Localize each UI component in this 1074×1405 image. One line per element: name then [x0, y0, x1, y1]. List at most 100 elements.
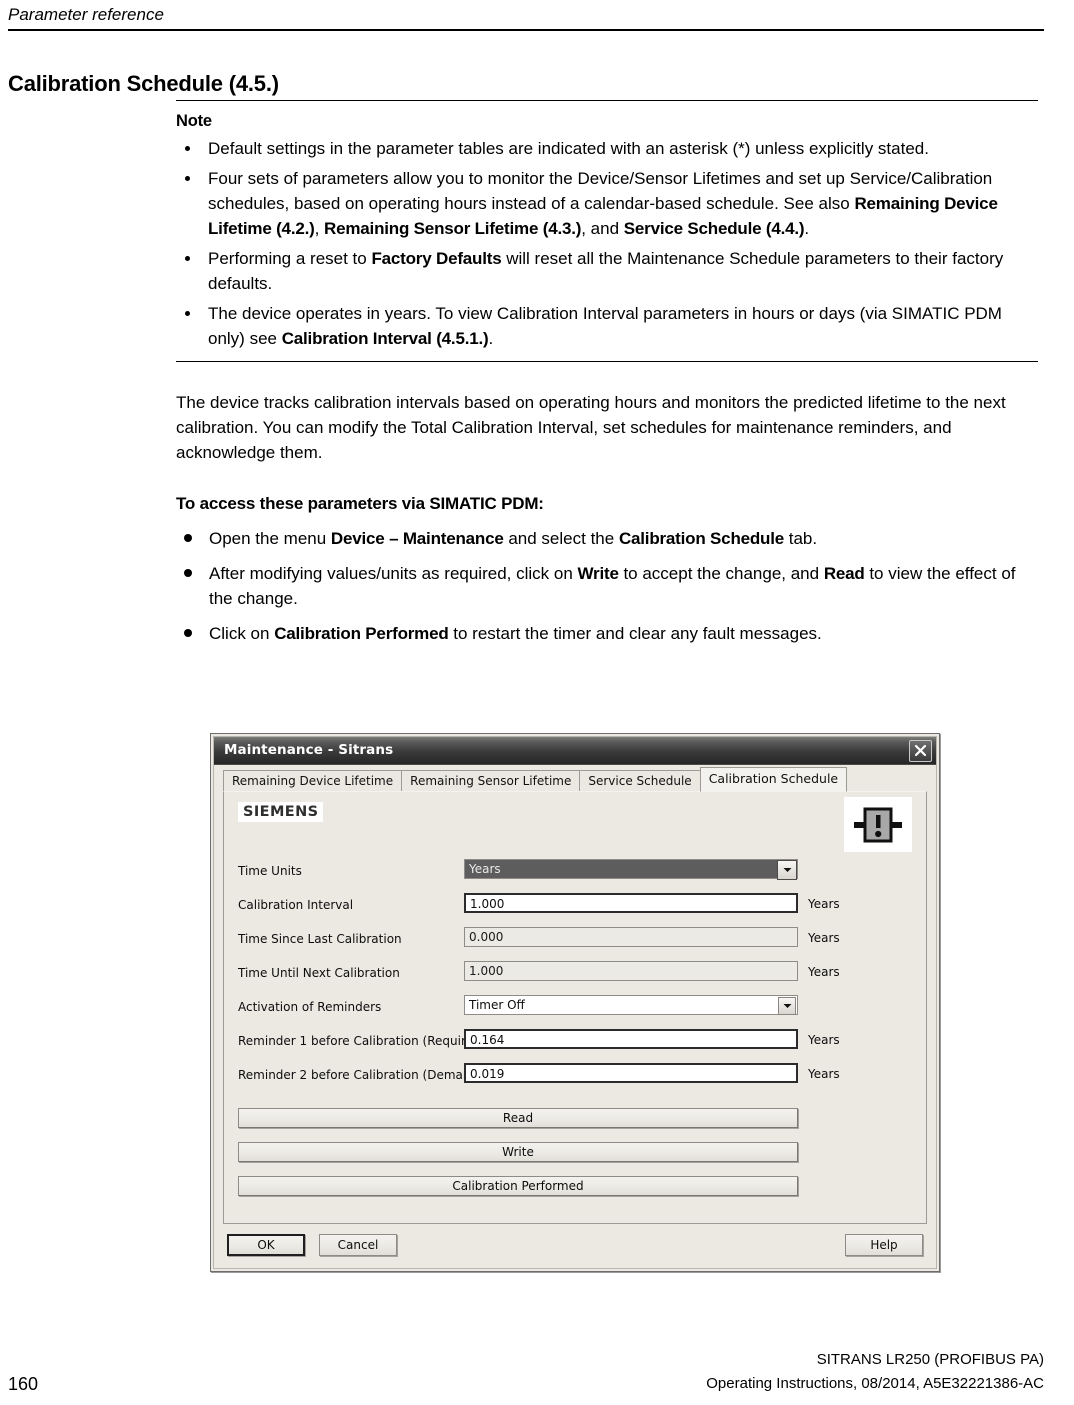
chevron-down-icon[interactable] [777, 860, 797, 880]
form-row: Calibration Interval 1.000 Years [224, 890, 926, 924]
body-text: . [488, 329, 494, 348]
field-label: Activation of Reminders [238, 1000, 382, 1014]
form-row: Time Until Next Calibration 1.000 Years [224, 958, 926, 992]
emphasis-text: Write [577, 564, 619, 583]
dialog-tab-2[interactable]: Service Schedule [579, 770, 701, 792]
content-column: Note Default settings in the parameter t… [176, 100, 1038, 656]
emphasis-text: Read [823, 564, 865, 583]
body-text: tab. [784, 529, 818, 548]
input-3: 1.000 [464, 961, 798, 981]
list-item: Performing a reset to Factory Defaults w… [176, 246, 1038, 296]
header-divider [8, 29, 1044, 31]
bullet-icon [185, 256, 190, 261]
intro-paragraph: The device tracks calibration intervals … [176, 393, 1006, 462]
list-item: Click on Calibration Performed to restar… [176, 621, 1038, 646]
input-5[interactable]: 0.164 [464, 1029, 798, 1049]
body-text: , and [581, 219, 624, 238]
unit-label: Years [808, 1067, 840, 1081]
dialog-title: Maintenance - Sitrans [224, 742, 394, 758]
page-title: Calibration Schedule (4.5.) [8, 70, 279, 96]
page-number: 160 [8, 1374, 39, 1394]
body-text: Click on [209, 624, 275, 643]
form-row: Time Units Years [224, 856, 926, 890]
note-title: Note [176, 112, 212, 130]
body-text: Performing a reset to [208, 249, 372, 268]
unit-label: Years [808, 1033, 840, 1047]
close-icon[interactable] [909, 740, 932, 762]
help-button[interactable]: Help [845, 1234, 923, 1256]
bullet-icon [184, 534, 192, 542]
body-text: to restart the timer and clear any fault… [448, 624, 822, 643]
list-item: Default settings in the parameter tables… [176, 136, 1038, 161]
field-label: Reminder 1 before Calibration (Required) [238, 1034, 486, 1048]
dialog-form-area: Time Units Years Calibration Interval 1.000… [224, 856, 926, 1094]
access-heading: To access these parameters via SIMATIC P… [176, 494, 544, 513]
unit-label: Years [808, 931, 840, 945]
dropdown-value: Timer Off [469, 998, 525, 1012]
emphasis-text: Calibration Interval (4.5.1.) [281, 329, 489, 348]
input-1[interactable]: 1.000 [464, 893, 798, 913]
footer-doc-text: Operating Instructions, 08/2014, A5E3222… [706, 1375, 1044, 1392]
calibration-schedule-tabpage: SIEMENS Time Units Years Calibration Inter… [223, 791, 927, 1224]
dialog-titlebar: Maintenance - Sitrans [214, 737, 936, 765]
ok-button[interactable]: OK [227, 1234, 305, 1256]
access-steps-list: Open the menu Device – Maintenance and s… [176, 526, 1038, 646]
read-button[interactable]: Read [238, 1108, 798, 1128]
emphasis-text: Calibration Schedule [618, 529, 785, 548]
list-item: Four sets of parameters allow you to mon… [176, 166, 1038, 241]
alert-exclamation-icon [844, 797, 912, 852]
form-row: Activation of Reminders Timer Off [224, 992, 926, 1026]
bullet-icon [185, 176, 190, 181]
body-text: Default settings in the parameter tables… [208, 139, 929, 158]
siemens-logo: SIEMENS [238, 802, 324, 822]
bullet-icon [185, 311, 190, 316]
dialog-tabstrip[interactable]: Remaining Device Lifetime Remaining Senso… [223, 767, 927, 792]
emphasis-text: Service Schedule (4.4.) [623, 219, 805, 238]
body-text: to accept the change, and [618, 564, 824, 583]
field-label: Time Units [238, 864, 302, 878]
field-label: Time Since Last Calibration [238, 932, 402, 946]
unit-label: Years [808, 897, 840, 911]
running-head-text: Parameter reference [8, 5, 164, 24]
footer-doc-line: 160 Operating Instructions, 08/2014, A5E… [8, 1372, 1044, 1396]
list-item: Open the menu Device – Maintenance and s… [176, 526, 1038, 551]
cancel-button[interactable]: Cancel [319, 1234, 397, 1256]
body-text: and select the [503, 529, 619, 548]
emphasis-text: Device – Maintenance [330, 529, 504, 548]
dialog-frame: Maintenance - Sitrans Remaining Device L… [213, 736, 937, 1269]
form-row: Time Since Last Calibration 0.000 Years [224, 924, 926, 958]
chevron-down-icon[interactable] [778, 997, 796, 1015]
footer-product-line: SITRANS LR250 (PROFIBUS PA) [816, 1351, 1044, 1368]
field-label: Time Until Next Calibration [238, 966, 400, 980]
page-running-header: Parameter reference [8, 4, 1044, 31]
body-text: , [314, 219, 325, 238]
form-row: Reminder 1 before Calibration (Required)… [224, 1026, 926, 1060]
list-item: After modifying values/units as required… [176, 561, 1038, 611]
dialog-tab-3[interactable]: Calibration Schedule [699, 767, 848, 792]
bullet-icon [184, 629, 192, 637]
body-text: . [804, 219, 810, 238]
emphasis-text: Remaining Sensor Lifetime (4.3.) [324, 219, 582, 238]
dialog-tab-1[interactable]: Remaining Sensor Lifetime [401, 770, 581, 792]
body-text: Open the menu [209, 529, 331, 548]
maintenance-dialog-screenshot: Maintenance - Sitrans Remaining Device L… [210, 733, 940, 1272]
field-label: Calibration Interval [238, 898, 354, 912]
note-box: Note Default settings in the parameter t… [176, 100, 1038, 362]
bullet-icon [184, 569, 192, 577]
dropdown-0[interactable]: Years [464, 859, 798, 880]
emphasis-text: Calibration Performed [274, 624, 449, 643]
note-list: Default settings in the parameter tables… [176, 136, 1038, 351]
dialog-tab-0[interactable]: Remaining Device Lifetime [223, 770, 403, 792]
input-6[interactable]: 0.019 [464, 1063, 798, 1083]
unit-label: Years [808, 965, 840, 979]
input-2: 0.000 [464, 927, 798, 947]
calibration-performed-button[interactable]: Calibration Performed [238, 1176, 798, 1196]
body-text: After modifying values/units as required… [209, 564, 578, 583]
list-item: The device operates in years. To view Ca… [176, 301, 1038, 351]
dropdown-value: Years [469, 862, 501, 876]
dialog-footer-buttons: OK Cancel Help [223, 1230, 927, 1262]
write-button[interactable]: Write [238, 1142, 798, 1162]
dropdown-4[interactable]: Timer Off [464, 995, 798, 1015]
form-row: Reminder 2 before Calibration (Demanded)… [224, 1060, 926, 1094]
page-footer: SITRANS LR250 (PROFIBUS PA) 160 Operatin… [8, 1348, 1044, 1396]
